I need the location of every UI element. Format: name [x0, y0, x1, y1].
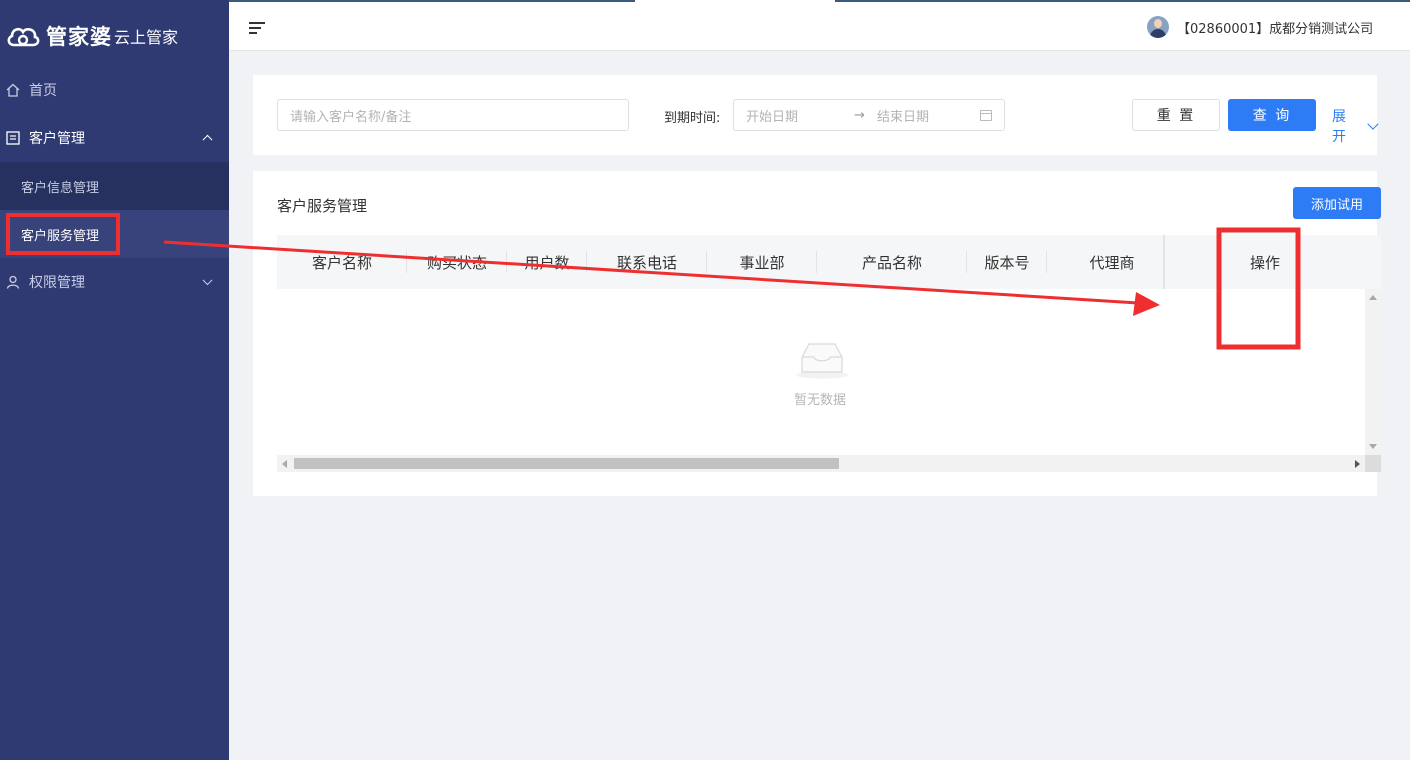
table-header: 客户名称 购买状态 用户数 联系电话 事业部 产品名称 版本号 代理商 操作: [277, 235, 1381, 289]
sidebar-item-label: 客户信息管理: [21, 180, 100, 196]
column-header[interactable]: 版本号: [967, 235, 1047, 289]
start-date-input[interactable]: 开始日期: [746, 106, 798, 125]
chevron-down-icon: [202, 275, 213, 286]
scroll-left-icon[interactable]: [282, 460, 287, 468]
column-header[interactable]: 事业部: [707, 235, 817, 289]
column-header[interactable]: 产品名称: [817, 235, 967, 289]
sidebar-item-customer-info[interactable]: 客户信息管理: [0, 162, 229, 210]
end-date-input[interactable]: 结束日期: [877, 106, 929, 125]
home-icon: [6, 83, 20, 97]
section-title: 客户服务管理: [277, 197, 368, 215]
range-arrow-icon: →: [854, 107, 865, 123]
top-header: 【02860001】成都分销测试公司: [229, 0, 1410, 51]
avatar[interactable]: [1147, 16, 1169, 38]
chevron-up-icon: [202, 134, 213, 145]
empty-text: 暂无数据: [793, 393, 846, 408]
add-trial-button[interactable]: 添加试用: [1293, 187, 1381, 219]
keyword-input[interactable]: 请输入客户名称/备注: [277, 99, 629, 131]
logo-main-text: 管家婆: [46, 25, 112, 49]
list-icon: [6, 131, 20, 145]
top-accent-line: [229, 0, 1410, 2]
query-button[interactable]: 查 询: [1228, 99, 1316, 131]
search-panel: 请输入客户名称/备注 到期时间: 开始日期 → 结束日期 重 置 查 询 展开: [253, 75, 1379, 155]
horizontal-scrollbar[interactable]: [277, 455, 1381, 472]
app-logo[interactable]: 管家婆 云上管家: [0, 0, 229, 72]
column-header-action[interactable]: 操作: [1205, 235, 1325, 289]
column-header[interactable]: 购买状态: [407, 235, 507, 289]
user-icon: [6, 275, 20, 289]
sidebar: 管家婆 云上管家 首页 客户管理 客户信息管理 客户服务管理 权限管理: [0, 0, 229, 760]
expand-label: 展开: [1332, 109, 1346, 145]
fixed-action-column: 操作: [1163, 235, 1381, 289]
column-header[interactable]: 代理商: [1047, 235, 1177, 289]
column-header[interactable]: 用户数: [507, 235, 587, 289]
annotation-highlight-sidebar: [6, 213, 120, 255]
reset-button[interactable]: 重 置: [1132, 99, 1220, 131]
date-label: 到期时间:: [664, 111, 721, 126]
table-body: 暂无数据: [277, 289, 1381, 455]
logo-sub-text: 云上管家: [114, 28, 179, 47]
cloud-logo-icon: [7, 27, 40, 47]
empty-box-icon: [796, 343, 848, 379]
calendar-icon: [980, 110, 992, 121]
chevron-down-icon: [1367, 118, 1379, 130]
sidebar-item-permission[interactable]: 权限管理: [0, 258, 229, 306]
table-panel: 客户服务管理 添加试用 客户名称 购买状态 用户数 联系电话 事业部 产品名称 …: [253, 171, 1381, 496]
sidebar-item-label: 权限管理: [29, 275, 85, 291]
scrollbar-corner: [1365, 455, 1381, 472]
sidebar-item-label: 客户管理: [29, 131, 85, 147]
date-range-picker[interactable]: 开始日期 → 结束日期: [733, 99, 1005, 131]
sidebar-item-label: 首页: [29, 83, 57, 99]
vertical-scrollbar[interactable]: [1365, 289, 1381, 455]
company-name[interactable]: 【02860001】成都分销测试公司: [1177, 18, 1373, 37]
column-header[interactable]: 客户名称: [277, 235, 407, 289]
scroll-right-icon[interactable]: [1355, 460, 1360, 468]
sidebar-item-customer[interactable]: 客户管理: [0, 114, 229, 162]
column-header[interactable]: 联系电话: [587, 235, 707, 289]
scrollbar-thumb[interactable]: [294, 458, 839, 469]
expand-toggle[interactable]: 展开: [1332, 106, 1379, 146]
menu-toggle-icon[interactable]: [249, 22, 265, 37]
sidebar-item-home[interactable]: 首页: [0, 66, 229, 114]
